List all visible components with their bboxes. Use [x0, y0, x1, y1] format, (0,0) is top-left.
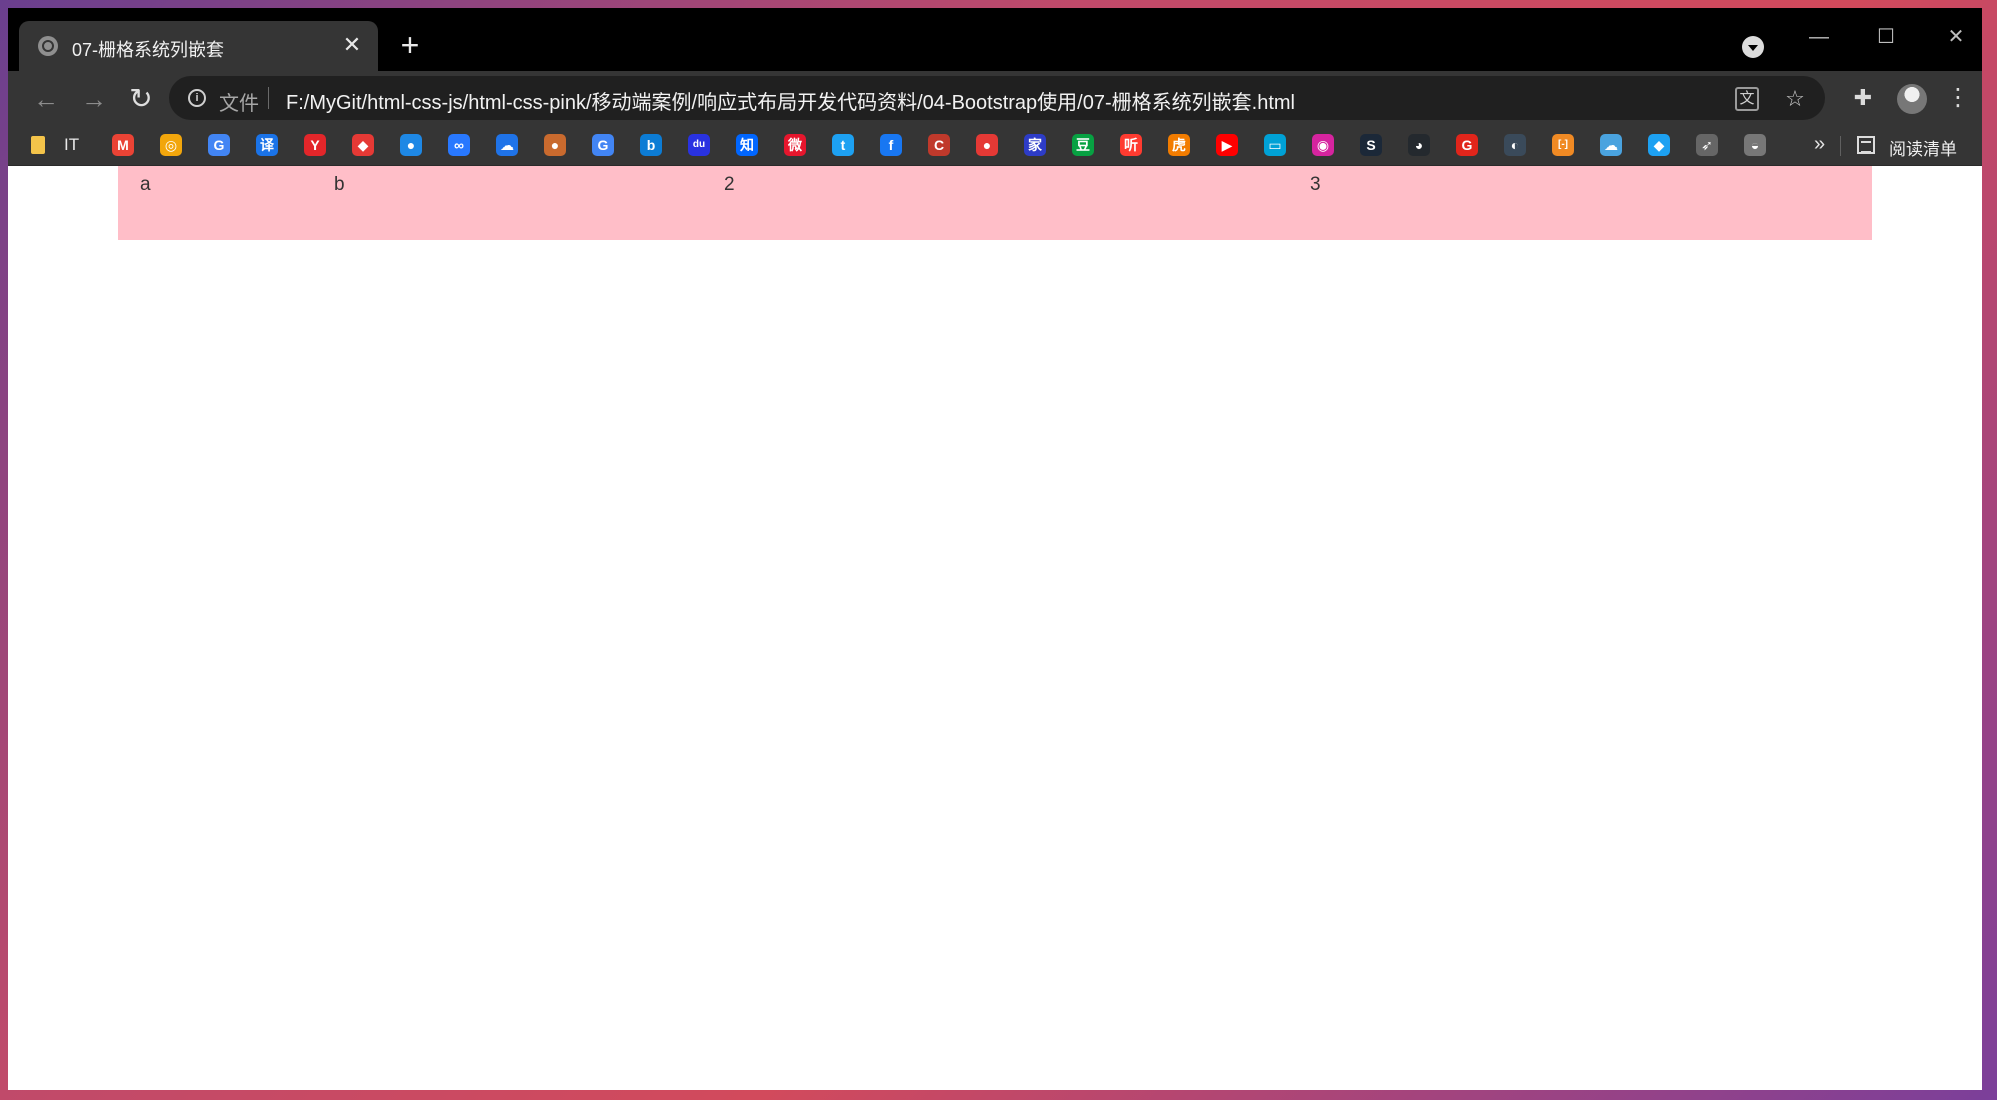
tab-title: 07-栅格系统列嵌套: [72, 40, 225, 60]
facebook-icon[interactable]: f: [880, 134, 902, 156]
maximize-button[interactable]: ☐: [1864, 22, 1908, 52]
baidu-net-icon[interactable]: ∞: [448, 134, 470, 156]
active-tab[interactable]: 07-栅格系统列嵌套 ✕: [19, 21, 378, 71]
c-icon[interactable]: C: [928, 134, 950, 156]
new-tab-button[interactable]: +: [392, 29, 428, 65]
address-bar[interactable]: i 文件 F:/MyGit/html-css-js/html-css-pink/…: [169, 76, 1825, 120]
instagram-icon[interactable]: ◉: [1312, 134, 1334, 156]
minimize-button[interactable]: —: [1797, 22, 1841, 52]
title-bar: 07-栅格系统列嵌套 ✕ + — ☐ ✕: [8, 8, 1982, 71]
globe-icon[interactable]: ●: [400, 134, 422, 156]
reading-list-icon[interactable]: [1857, 136, 1875, 154]
more-menu-icon[interactable]: ⋮: [1946, 83, 1970, 113]
rocket-icon[interactable]: ➶: [1696, 134, 1718, 156]
profile-avatar[interactable]: [1897, 84, 1927, 114]
back-button[interactable]: ←: [30, 83, 62, 115]
bird-icon[interactable]: ◆: [1648, 134, 1670, 156]
youtube-icon[interactable]: ▶: [1216, 134, 1238, 156]
close-tab-icon[interactable]: ✕: [338, 31, 366, 59]
grid-row: a b 2 3: [118, 166, 1872, 240]
dark-circle-icon[interactable]: ◐: [1504, 134, 1526, 156]
forward-button[interactable]: →: [78, 83, 110, 115]
info-icon[interactable]: i: [188, 89, 206, 107]
grid-cell-b: b: [334, 174, 345, 195]
translate-icon[interactable]: 文: [1735, 87, 1759, 111]
browser-window: 07-栅格系统列嵌套 ✕ + — ☐ ✕ ← → ↻ i 文件 F:/MyGit…: [8, 8, 1982, 1090]
cloud-blue-icon[interactable]: ☁: [1600, 134, 1622, 156]
twitter-icon[interactable]: t: [832, 134, 854, 156]
steam-icon[interactable]: S: [1360, 134, 1382, 156]
tab-search-icon[interactable]: [1742, 36, 1764, 58]
nut-icon[interactable]: ●: [544, 134, 566, 156]
bookmark-star-icon[interactable]: ☆: [1783, 87, 1807, 111]
toolbar: ← → ↻ i 文件 F:/MyGit/html-css-js/html-css…: [8, 71, 1982, 125]
bookmarks-divider: [1840, 136, 1841, 156]
globe-icon: [38, 36, 58, 56]
omnibox-divider: [268, 87, 269, 109]
cloud-icon[interactable]: ☁: [496, 134, 518, 156]
red-circle-icon[interactable]: ●: [976, 134, 998, 156]
github-icon[interactable]: ◕: [1408, 134, 1430, 156]
page-viewport: a b 2 3: [8, 166, 1982, 1090]
close-window-button[interactable]: ✕: [1934, 22, 1978, 52]
chrome-circle-icon[interactable]: ◎: [160, 134, 182, 156]
ting-icon[interactable]: 听: [1120, 134, 1142, 156]
tiger-icon[interactable]: 虎: [1168, 134, 1190, 156]
bookmark-folder-it[interactable]: IT: [64, 135, 79, 155]
jia-icon[interactable]: 家: [1024, 134, 1046, 156]
bilibili-icon[interactable]: ▭: [1264, 134, 1286, 156]
folder-icon[interactable]: [31, 136, 45, 154]
bracket-icon[interactable]: [-]: [1552, 134, 1574, 156]
zhihu-icon[interactable]: 知: [736, 134, 758, 156]
g-red-icon[interactable]: G: [1456, 134, 1478, 156]
weibo-icon[interactable]: 微: [784, 134, 806, 156]
more-bookmarks-button[interactable]: »: [1814, 133, 1825, 156]
bing-icon[interactable]: b: [640, 134, 662, 156]
google-icon[interactable]: G: [592, 134, 614, 156]
scheme-label: 文件: [219, 93, 259, 115]
yi-translate-icon[interactable]: 译: [256, 134, 278, 156]
reload-button[interactable]: ↻: [125, 83, 157, 115]
grid-cell-2: 2: [724, 174, 735, 195]
grid-cell-a: a: [140, 174, 151, 195]
baidu-icon[interactable]: du: [688, 134, 710, 156]
google-translate-icon[interactable]: G: [208, 134, 230, 156]
ufo-icon[interactable]: ◒: [1744, 134, 1766, 156]
douban-icon[interactable]: 豆: [1072, 134, 1094, 156]
grid-cell-3: 3: [1310, 174, 1321, 195]
bookmarks-bar: IT M ◎ G 译 Y ◆ ● ∞ ☁ ● Gb du 知 微 t f C ● 家 豆 听 虎 ▶ ▭ ◉ S ◕ G ◐ [-] ☁ ◆ ➶…: [8, 125, 1982, 166]
gmail-icon[interactable]: M: [112, 134, 134, 156]
reading-list-label[interactable]: 阅读清单: [1889, 135, 1957, 160]
url-text[interactable]: F:/MyGit/html-css-js/html-css-pink/移动端案例…: [286, 86, 1295, 115]
maps-icon[interactable]: ◆: [352, 134, 374, 156]
youdao-icon[interactable]: Y: [304, 134, 326, 156]
extensions-icon[interactable]: ✚: [1852, 87, 1874, 109]
